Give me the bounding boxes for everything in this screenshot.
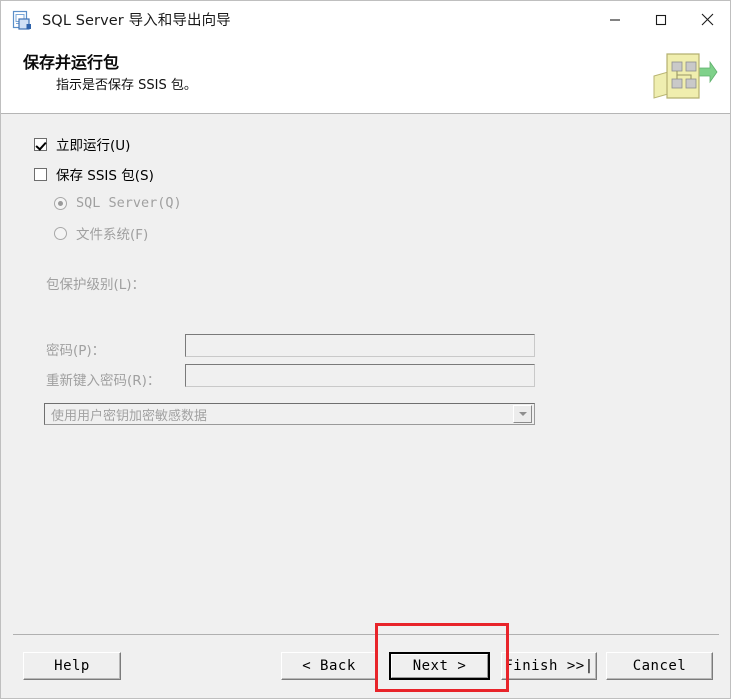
page-title: 保存并运行包 <box>23 53 120 72</box>
page-subtitle: 指示是否保存 SSIS 包。 <box>56 78 197 93</box>
minimize-icon <box>610 18 620 21</box>
import-export-wizard-window: SQL Server 导入和导出向导 保存并运行包 指示是否保存 SSIS 包。 <box>0 0 731 699</box>
back-button[interactable]: < Back <box>281 652 377 680</box>
radio-box-unselected <box>54 226 67 240</box>
checkbox-box-unchecked <box>34 167 47 181</box>
wizard-content: 立即运行(U) 保存 SSIS 包(S) SQL Server(Q) 文件系统(… <box>2 115 729 634</box>
close-button[interactable] <box>684 1 730 38</box>
maximize-icon <box>655 14 667 25</box>
run-immediately-checkbox[interactable]: 立即运行(U) <box>34 134 130 154</box>
help-button[interactable]: Help <box>23 652 121 680</box>
radio-sql-server-label: SQL Server(Q) <box>76 195 182 211</box>
next-button-inner: Next > <box>391 654 488 678</box>
finish-button[interactable]: Finish >>| <box>501 652 597 680</box>
radio-box-selected <box>54 196 67 210</box>
next-button[interactable]: Next > <box>389 652 490 680</box>
close-icon <box>701 13 713 26</box>
run-immediately-label: 立即运行(U) <box>56 138 131 154</box>
password-confirm-label: 重新键入密码(R)： <box>46 373 161 389</box>
minimize-button[interactable] <box>592 1 638 38</box>
window-title: SQL Server 导入和导出向导 <box>42 13 231 29</box>
wizard-header: 保存并运行包 指示是否保存 SSIS 包。 <box>1 38 730 114</box>
radio-sql-server[interactable]: SQL Server(Q) <box>54 195 182 211</box>
chevron-down-glyph <box>518 412 527 416</box>
password-input[interactable] <box>185 334 535 357</box>
save-ssis-package-checkbox[interactable]: 保存 SSIS 包(S) <box>34 164 154 184</box>
chevron-down-icon[interactable] <box>513 405 532 423</box>
title-bar[interactable]: SQL Server 导入和导出向导 <box>1 1 730 38</box>
checkbox-box-checked <box>34 137 47 151</box>
footer-divider <box>13 634 719 635</box>
window-controls <box>592 1 730 38</box>
protection-level-label: 包保护级别(L)： <box>46 277 146 293</box>
password-label: 密码(P)： <box>46 343 106 359</box>
protection-level-value: 使用用户密钥加密敏感数据 <box>51 408 208 424</box>
password-confirm-input[interactable] <box>185 364 535 387</box>
cancel-button[interactable]: Cancel <box>606 652 713 680</box>
wizard-document-icon <box>11 9 33 31</box>
ssis-package-icon <box>646 46 718 106</box>
maximize-button[interactable] <box>638 1 684 38</box>
radio-file-system-label: 文件系统(F) <box>76 227 149 243</box>
radio-file-system[interactable]: 文件系统(F) <box>54 223 148 243</box>
protection-level-dropdown[interactable]: 使用用户密钥加密敏感数据 <box>44 403 535 425</box>
save-ssis-package-label: 保存 SSIS 包(S) <box>56 168 154 184</box>
